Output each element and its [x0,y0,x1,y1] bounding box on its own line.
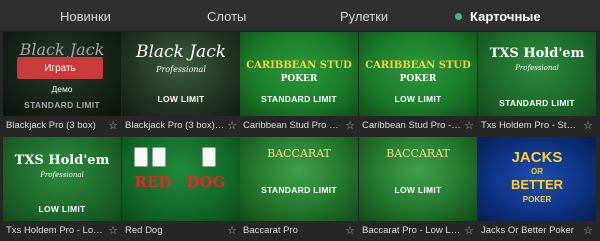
playing-card-icon [152,147,166,167]
limit-label: STANDARD LIMIT [499,98,575,108]
limit-label: STANDARD LIMIT [261,94,337,104]
game-logo: DOG [186,173,226,191]
game-thumbnail: BACCARAT STANDARD LIMIT [240,137,358,221]
game-logo: BACCARAT [386,147,450,160]
tab-slots[interactable]: Слоты [207,0,246,32]
favorite-star-icon[interactable]: ☆ [225,119,237,132]
game-caption: Baccarat Pro ☆ [240,221,358,239]
game-caption: Jacks Or Better Poker ☆ [478,221,596,239]
game-caption: Blackjack Pro (3 box) ☆ [3,116,121,134]
game-caption: Caribbean Stud Pro - L... ☆ [359,116,477,134]
game-logo: JACKS [511,149,563,166]
game-card[interactable]: Black Jack Professional STANDARD LIMIT И… [3,32,121,134]
game-thumbnail: JACKS OR BETTER POKER [478,137,596,221]
playing-card-icon [202,147,216,167]
favorite-star-icon[interactable]: ☆ [343,224,355,237]
game-logo: Black Jack [135,42,227,62]
game-card[interactable]: TXS Hold'em Professional LOW LIMIT Txs H… [3,137,121,239]
limit-label: LOW LIMIT [38,204,86,214]
game-thumbnail: RED DOG [122,137,240,221]
game-thumbnail: CARIBBEAN STUD POKER STANDARD LIMIT [240,32,358,116]
game-logo-sub: POKER [522,195,552,204]
game-card[interactable]: CARIBBEAN STUD POKER STANDARD LIMIT Cari… [240,32,358,134]
demo-link[interactable]: Демо [3,84,121,94]
active-dot-icon [455,12,462,20]
favorite-star-icon[interactable]: ☆ [106,224,118,237]
game-caption: Txs Holdem Pro - Stand... ☆ [478,116,596,134]
tab-roulette[interactable]: Рулетки [340,0,388,32]
limit-label: LOW LIMIT [394,185,442,195]
game-caption: Txs Holdem Pro - Low ... ☆ [3,221,121,239]
limit-label: STANDARD LIMIT [261,185,337,195]
game-name: Blackjack Pro (3 box) - ... [125,119,225,131]
game-caption: Red Dog ☆ [122,221,240,239]
game-logo: BETTER [511,177,563,192]
tab-card-games[interactable]: Карточные [455,0,541,32]
limit-label: LOW LIMIT [394,94,442,104]
game-logo-sub: POKER [399,74,437,84]
game-card[interactable]: RED DOG Red Dog ☆ [122,137,240,239]
game-card[interactable]: BACCARAT LOW LIMIT Baccarat Pro - Low Li… [359,137,477,239]
favorite-star-icon[interactable]: ☆ [106,119,118,132]
game-card[interactable]: TXS Hold'em Professional STANDARD LIMIT … [478,32,596,134]
game-logo-sub: Professional [156,65,206,74]
game-thumbnail: BACCARAT LOW LIMIT [359,137,477,221]
game-logo: TXS Hold'em [14,153,110,168]
game-caption: Caribbean Stud Pro Se... ☆ [240,116,358,134]
game-name: Blackjack Pro (3 box) [6,119,96,131]
game-name: Txs Holdem Pro - Low ... [6,224,106,236]
game-name: Txs Holdem Pro - Stand... [481,119,581,131]
game-name: Jacks Or Better Poker [481,224,574,236]
category-tabs: Новинки Слоты Рулетки Карточные [0,0,600,32]
game-logo: OR [531,167,543,176]
favorite-star-icon[interactable]: ☆ [225,224,237,237]
favorite-star-icon[interactable]: ☆ [462,224,474,237]
game-name: Baccarat Pro [243,224,298,236]
playing-card-icon [134,147,148,167]
game-thumbnail: CARIBBEAN STUD POKER LOW LIMIT [359,32,477,116]
game-name: Caribbean Stud Pro Se... [243,119,343,131]
game-thumbnail: TXS Hold'em Professional STANDARD LIMIT [478,32,596,116]
game-name: Baccarat Pro - Low Limit [362,224,462,236]
play-button[interactable]: Играть [17,57,103,79]
game-thumbnail: Black Jack Professional STANDARD LIMIT И… [3,32,121,116]
game-logo-sub: Professional [40,171,84,179]
game-logo: RED [134,173,172,191]
game-name: Caribbean Stud Pro - L... [362,119,462,131]
tab-label: Рулетки [340,8,389,24]
game-caption: Baccarat Pro - Low Limit ☆ [359,221,477,239]
game-logo: CARIBBEAN STUD [246,60,352,71]
game-logo-sub: POKER [280,74,318,84]
game-logo-sub: Professional [515,64,559,72]
game-card[interactable]: Black Jack Professional LOW LIMIT Blackj… [122,32,240,134]
game-grid: Black Jack Professional STANDARD LIMIT И… [0,32,600,241]
game-thumbnail: TXS Hold'em Professional LOW LIMIT [3,137,121,221]
tab-new[interactable]: Новинки [60,0,111,32]
game-logo: TXS Hold'em [489,46,585,61]
game-logo: BACCARAT [267,147,331,160]
tab-label: Новинки [60,8,111,24]
favorite-star-icon[interactable]: ☆ [581,119,593,132]
game-card[interactable]: BACCARAT STANDARD LIMIT Baccarat Pro ☆ [240,137,358,239]
tab-label: Карточные [470,8,541,24]
favorite-star-icon[interactable]: ☆ [581,224,593,237]
game-card[interactable]: CARIBBEAN STUD POKER LOW LIMIT Caribbean… [359,32,477,134]
game-card[interactable]: JACKS OR BETTER POKER Jacks Or Better Po… [478,137,596,239]
favorite-star-icon[interactable]: ☆ [462,119,474,132]
game-thumbnail: Black Jack Professional LOW LIMIT [122,32,240,116]
game-name: Red Dog [125,224,163,236]
game-caption: Blackjack Pro (3 box) - ... ☆ [122,116,240,134]
game-logo: CARIBBEAN STUD [365,60,471,71]
limit-label: LOW LIMIT [157,94,205,104]
favorite-star-icon[interactable]: ☆ [343,119,355,132]
tab-label: Слоты [207,8,247,24]
